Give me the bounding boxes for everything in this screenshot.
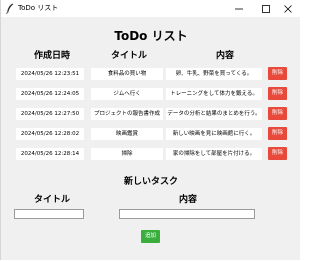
new-title-input[interactable] xyxy=(14,209,84,219)
task-date: 2024/05/26 12:23:51 xyxy=(16,68,84,80)
window-title: ToDo リスト xyxy=(18,4,59,12)
minimize-button[interactable] xyxy=(225,0,252,17)
task-content: 家の掃除をして部屋を片付ける。 xyxy=(166,148,262,160)
close-icon xyxy=(283,4,292,13)
delete-button[interactable]: 削除 xyxy=(268,107,287,120)
new-task-heading: 新しいタスク xyxy=(123,177,178,187)
close-button[interactable] xyxy=(274,0,301,17)
column-header-date: 作成日時 xyxy=(33,51,70,61)
column-header-title: タイトル xyxy=(110,51,147,61)
task-title: 映画鑑賞 xyxy=(91,128,163,140)
task-content: 新しい映画を見に映画館に行く。 xyxy=(166,128,262,140)
task-content: データの分析と結果のまとめを行う。 xyxy=(166,108,262,120)
delete-button[interactable]: 削除 xyxy=(268,87,287,100)
app-heading: ToDo リスト xyxy=(114,29,188,43)
task-row: 2024/05/26 12:28:02 映画鑑賞 新しい映画を見に映画館に行く。… xyxy=(1,127,300,142)
task-content: 卵、牛乳、野菜を買ってくる。 xyxy=(166,68,262,80)
task-title: 食料品の買い物 xyxy=(91,68,163,80)
task-row: 2024/05/26 12:28:14 掃除 家の掃除をして部屋を片付ける。 削… xyxy=(1,147,300,162)
task-date: 2024/05/26 12:28:14 xyxy=(16,148,84,160)
feather-icon xyxy=(6,3,14,14)
task-row: 2024/05/26 12:24:05 ジムへ行く トレーニングをして体力を鍛え… xyxy=(1,87,300,102)
task-title: ジムへ行く xyxy=(91,88,163,100)
title-bar[interactable]: ToDo リスト xyxy=(1,0,301,17)
new-title-label: タイトル xyxy=(33,195,70,205)
delete-button[interactable]: 削除 xyxy=(268,67,287,80)
task-title: 掃除 xyxy=(91,148,163,160)
new-content-label: 内容 xyxy=(178,195,197,205)
task-row: 2024/05/26 12:27:50 プロジェクトの報告書作成 データの分析と… xyxy=(1,107,300,122)
task-title: プロジェクトの報告書作成 xyxy=(91,108,163,120)
task-date: 2024/05/26 12:24:05 xyxy=(16,88,84,100)
task-content: トレーニングをして体力を鍛える。 xyxy=(166,88,262,100)
column-header-content: 内容 xyxy=(215,51,234,61)
delete-button[interactable]: 削除 xyxy=(268,147,287,160)
delete-button[interactable]: 削除 xyxy=(268,127,287,140)
add-button[interactable]: 追加 xyxy=(141,230,160,243)
app-window: ToDo リスト ToDo リスト 作成日時 タイトル 内容 2024/05/2… xyxy=(0,0,301,260)
maximize-icon xyxy=(261,4,270,13)
task-row: 2024/05/26 12:23:51 食料品の買い物 卵、牛乳、野菜を買ってく… xyxy=(1,67,300,82)
task-date: 2024/05/26 12:28:02 xyxy=(16,128,84,140)
minimize-icon xyxy=(234,8,243,9)
new-content-input[interactable] xyxy=(119,209,255,219)
main-content: ToDo リスト 作成日時 タイトル 内容 2024/05/26 12:23:5… xyxy=(1,17,300,260)
task-date: 2024/05/26 12:27:50 xyxy=(16,108,84,120)
